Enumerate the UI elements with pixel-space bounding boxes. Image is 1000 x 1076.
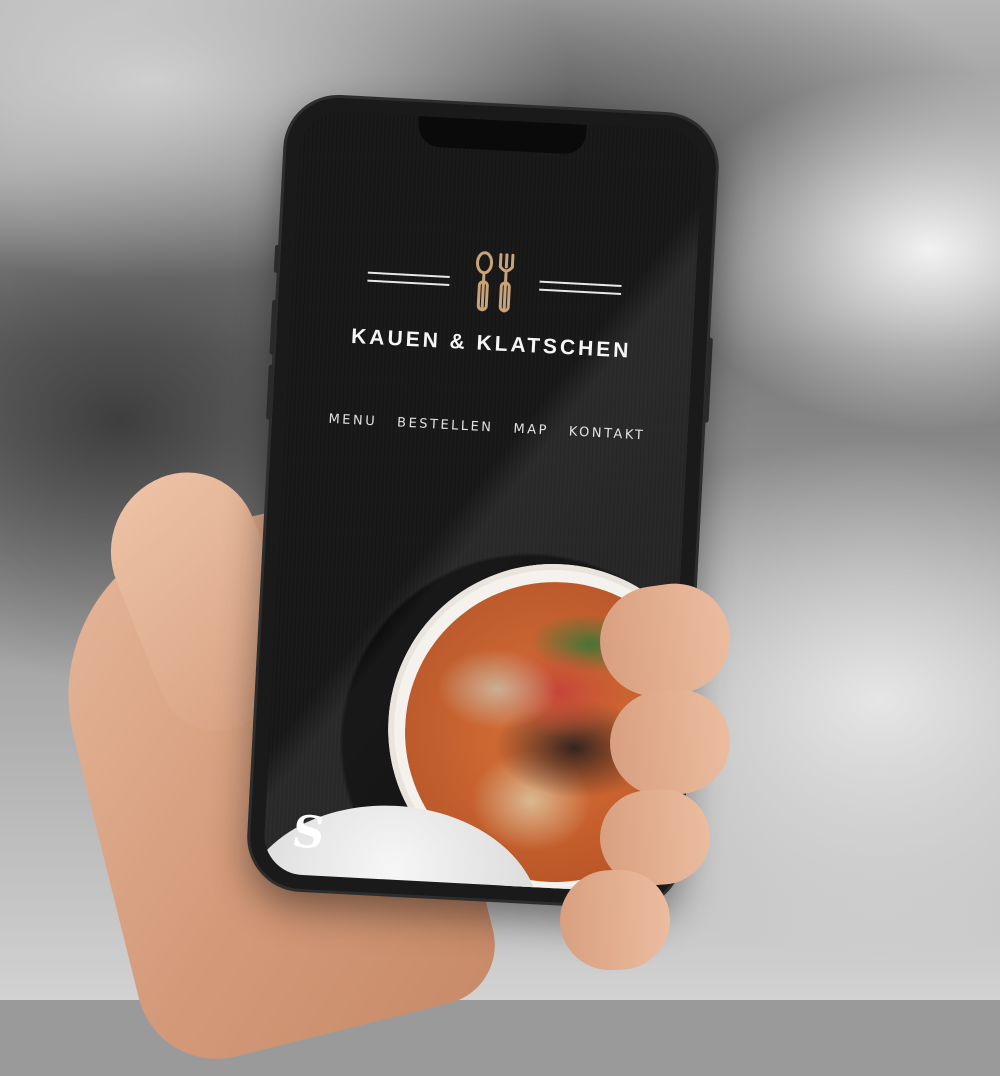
mute-switch [273,244,281,273]
nav-menu[interactable]: MENU [328,412,377,430]
logo-rule-left [367,271,450,286]
logo-rule-right [539,280,622,295]
nav-map[interactable]: MAP [513,422,549,439]
cutlery-icon [476,251,515,313]
